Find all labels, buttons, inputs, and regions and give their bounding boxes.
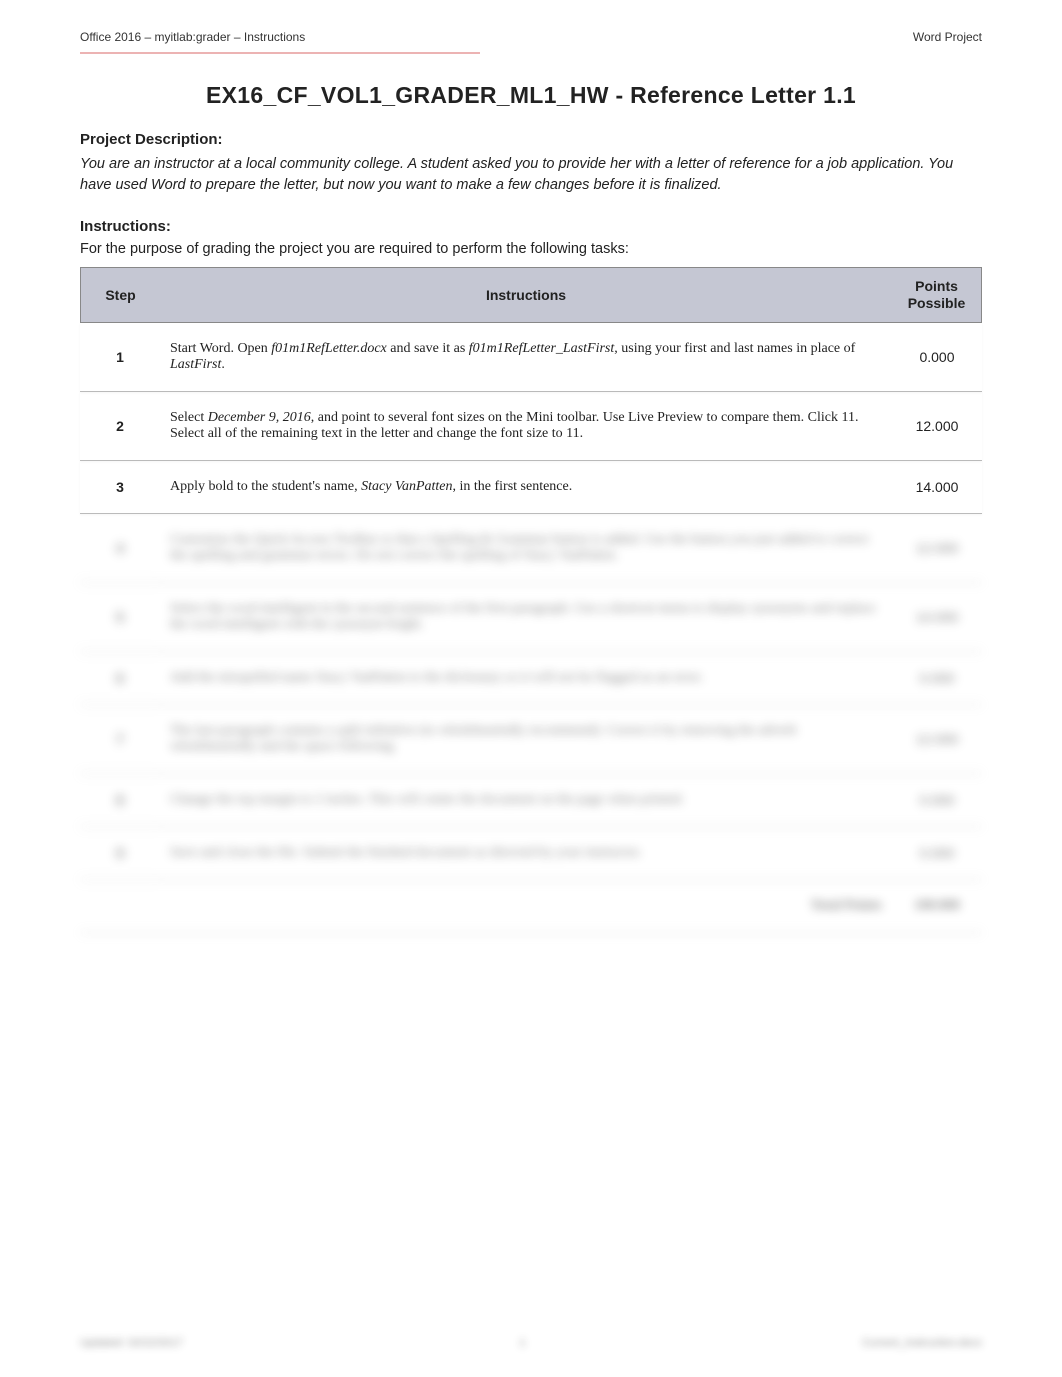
project-description-heading: Project Description: [80,131,982,148]
table-row: 3Apply bold to the student's name, Stacy… [80,461,982,514]
table-row: 1Start Word. Open f01m1RefLetter.docx an… [80,323,982,392]
step-points: 12.000 [892,705,982,774]
total-row: Total Points100.000 [80,880,982,933]
step-number: 6 [80,652,160,705]
step-number: 1 [80,323,160,392]
table-row: 2Select December 9, 2016, and point to s… [80,392,982,461]
step-number: 2 [80,392,160,461]
step-points: 12.000 [892,514,982,583]
step-number: 8 [80,774,160,827]
step-points: 14.000 [892,583,982,652]
step-instruction: Select the word intelligent in the secon… [160,583,892,652]
col-step: Step [80,267,160,323]
step-instruction: Save and close the file. Submit the fini… [160,827,892,880]
step-points: 0.000 [892,774,982,827]
project-description-text: You are an instructor at a local communi… [80,154,982,196]
step-number: 9 [80,827,160,880]
footer-center: 1 [519,1337,525,1349]
step-instruction: Start Word. Open f01m1RefLetter.docx and… [160,323,892,392]
step-number: 3 [80,461,160,514]
header-underline [80,52,982,54]
step-points: 14.000 [892,461,982,514]
footer-left: Updated: 02/22/2017 [80,1337,183,1349]
step-instruction: Add the misspelled name Stacy VanPatten … [160,652,892,705]
total-value: 100.000 [892,880,982,933]
step-instruction: The last paragraph contains a split infi… [160,705,892,774]
total-label: Total Points [80,880,892,933]
step-points: 12.000 [892,392,982,461]
step-points: 0.000 [892,827,982,880]
step-points: 0.000 [892,323,982,392]
steps-table: Step Instructions Points Possible 1Start… [80,267,982,933]
table-row: 5Select the word intelligent in the seco… [80,583,982,652]
instructions-intro: For the purpose of grading the project y… [80,241,982,257]
step-instruction: Change the top margin to 2 inches. This … [160,774,892,827]
table-row: 6Add the misspelled name Stacy VanPatten… [80,652,982,705]
document-title: EX16_CF_VOL1_GRADER_ML1_HW - Reference L… [80,82,982,109]
step-number: 4 [80,514,160,583]
step-instruction: Apply bold to the student's name, Stacy … [160,461,892,514]
table-row: 9Save and close the file. Submit the fin… [80,827,982,880]
step-number: 5 [80,583,160,652]
header-left: Office 2016 – myitlab:grader – Instructi… [80,30,305,44]
header-right: Word Project [913,30,982,44]
page-footer: Updated: 02/22/2017 1 Current_Instructio… [80,1337,982,1349]
step-points: 0.000 [892,652,982,705]
footer-right: Current_Instruction.docx [862,1337,982,1349]
table-row: 4Customize the Quick Access Toolbar so t… [80,514,982,583]
step-instruction: Customize the Quick Access Toolbar so th… [160,514,892,583]
step-number: 7 [80,705,160,774]
page-header: Office 2016 – myitlab:grader – Instructi… [80,30,982,44]
table-row: 7The last paragraph contains a split inf… [80,705,982,774]
col-points: Points Possible [892,267,982,323]
table-row: 8Change the top margin to 2 inches. This… [80,774,982,827]
col-instructions: Instructions [160,267,892,323]
step-instruction: Select December 9, 2016, and point to se… [160,392,892,461]
instructions-heading: Instructions: [80,218,982,235]
